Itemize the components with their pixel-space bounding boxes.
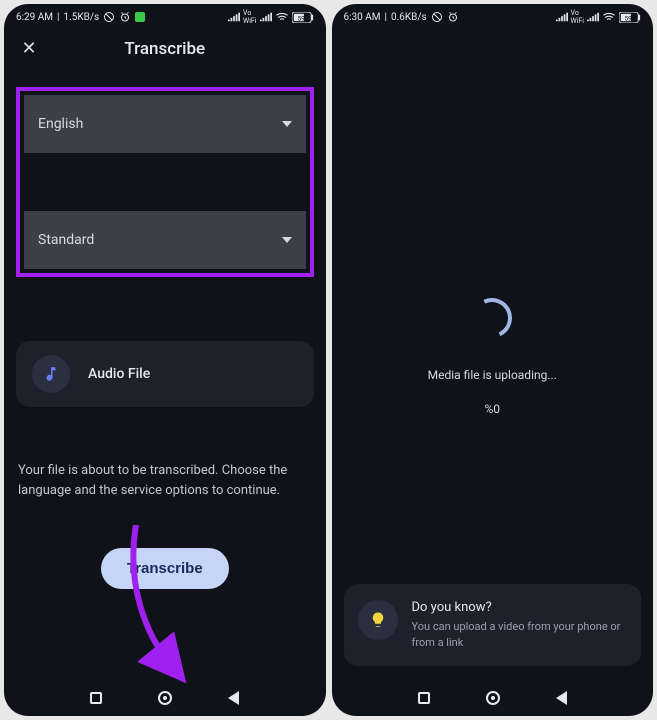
select-gap bbox=[24, 153, 306, 211]
volte-icon: VoWiFi bbox=[243, 9, 256, 25]
svg-text:59: 59 bbox=[625, 14, 633, 22]
nav-home-icon[interactable] bbox=[486, 691, 500, 705]
chevron-down-icon bbox=[282, 121, 292, 127]
file-label: Audio File bbox=[88, 366, 150, 382]
close-icon[interactable]: ✕ bbox=[18, 38, 40, 59]
quality-select-value: Standard bbox=[38, 232, 94, 248]
title-bar: ✕ Transcribe bbox=[4, 28, 326, 65]
volte-icon: VoWiFi bbox=[571, 9, 584, 25]
status-right: VoWiFi 59 bbox=[228, 9, 313, 25]
nav-home-icon[interactable] bbox=[158, 691, 172, 705]
status-bar: 6:30 AM | 0.6KB/s VoWiFi 59 bbox=[332, 4, 654, 28]
status-left: 6:30 AM | 0.6KB/s bbox=[344, 11, 459, 23]
dnd-icon bbox=[431, 11, 443, 23]
signal-icon bbox=[228, 12, 240, 22]
tip-text: Do you know? You can upload a video from… bbox=[412, 600, 628, 650]
page-title: Transcribe bbox=[4, 39, 326, 59]
app-indicator-icon bbox=[135, 12, 145, 22]
chevron-down-icon bbox=[282, 237, 292, 243]
file-card[interactable]: Audio File bbox=[16, 341, 314, 407]
status-time: 6:29 AM bbox=[16, 12, 53, 23]
screen-uploading: 6:30 AM | 0.6KB/s VoWiFi 59 Media file i… bbox=[332, 4, 654, 716]
tip-body: You can upload a video from your phone o… bbox=[412, 619, 628, 650]
battery-icon: 59 bbox=[292, 12, 314, 23]
upload-percent: %0 bbox=[344, 402, 642, 416]
nav-back-icon[interactable] bbox=[556, 691, 567, 705]
wifi-icon bbox=[275, 12, 289, 22]
screen-transcribe-setup: 6:29 AM | 1.5KB/s VoWiFi 59 ✕ Transcribe… bbox=[4, 4, 326, 716]
alarm-icon bbox=[447, 11, 459, 23]
lightbulb-icon bbox=[358, 600, 398, 640]
help-text: Your file is about to be transcribed. Ch… bbox=[16, 461, 314, 500]
quality-select[interactable]: Standard bbox=[24, 211, 306, 269]
status-right: VoWiFi 59 bbox=[556, 9, 641, 25]
annotation-highlight-box: English Standard bbox=[16, 87, 314, 277]
loading-spinner-icon bbox=[467, 292, 518, 343]
status-net-speed: 1.5KB/s bbox=[63, 12, 99, 23]
wifi-icon bbox=[602, 12, 616, 22]
transcribe-button[interactable]: Transcribe bbox=[101, 548, 229, 589]
dnd-icon bbox=[103, 11, 115, 23]
nav-recents-icon[interactable] bbox=[418, 692, 430, 704]
uploading-text: Media file is uploading... bbox=[344, 368, 642, 382]
alarm-icon bbox=[119, 11, 131, 23]
transcribe-button-label: Transcribe bbox=[127, 560, 203, 577]
content-area: English Standard Audio File Your file is… bbox=[4, 65, 326, 680]
battery-icon: 59 bbox=[619, 12, 641, 23]
nav-back-icon[interactable] bbox=[228, 691, 239, 705]
svg-text:59: 59 bbox=[297, 14, 305, 22]
language-select-value: English bbox=[38, 116, 83, 132]
signal-icon bbox=[556, 12, 568, 22]
status-time: 6:30 AM bbox=[344, 12, 381, 23]
tip-title: Do you know? bbox=[412, 600, 628, 615]
tip-card: Do you know? You can upload a video from… bbox=[344, 584, 642, 666]
nav-recents-icon[interactable] bbox=[90, 692, 102, 704]
android-nav-bar bbox=[4, 680, 326, 716]
status-left: 6:29 AM | 1.5KB/s bbox=[16, 11, 145, 23]
signal-icon-2 bbox=[260, 12, 272, 22]
status-net-speed: 0.6KB/s bbox=[391, 12, 427, 23]
language-select[interactable]: English bbox=[24, 95, 306, 153]
content-area: Media file is uploading... %0 Do you kno… bbox=[332, 28, 654, 680]
android-nav-bar bbox=[332, 680, 654, 716]
music-note-icon bbox=[32, 355, 70, 393]
signal-icon-2 bbox=[587, 12, 599, 22]
status-bar: 6:29 AM | 1.5KB/s VoWiFi 59 bbox=[4, 4, 326, 28]
